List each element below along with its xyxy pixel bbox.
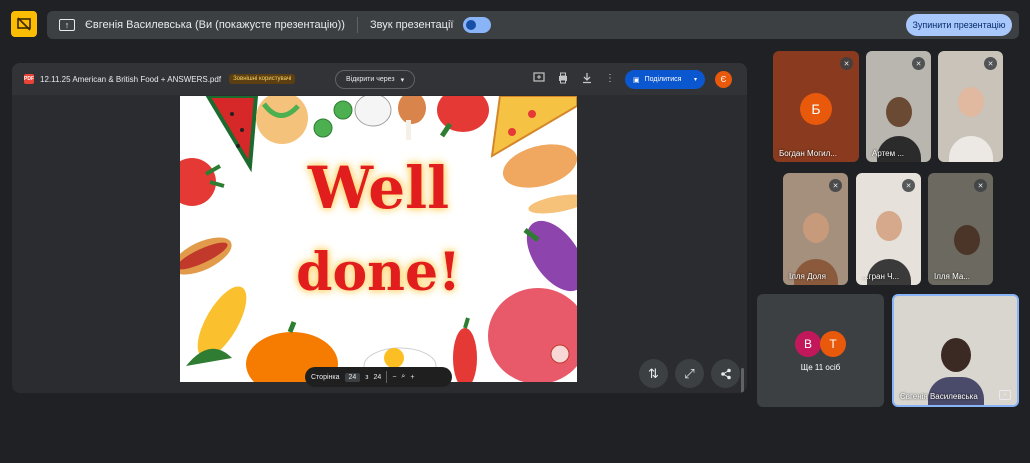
slide-title-line2: done! [296,242,461,303]
open-with-button[interactable]: Відкрити через ▾ [335,70,416,89]
add-comment-icon[interactable] [532,72,546,86]
mic-off-icon: ✕ [974,179,987,192]
fullscreen-icon[interactable]: ⤢ [675,359,704,388]
more-participants-label: Ще 11 осіб [800,363,841,372]
presenter-text: Євгенія Василевська (Ви (покажусте презе… [85,19,345,31]
chevron-down-icon: ▾ [400,76,405,84]
pip-icon[interactable]: ▪ [999,390,1011,400]
more-options-icon[interactable]: ⋮ [603,72,617,86]
more-participants-tile[interactable]: В Т Ще 11 осіб [757,294,884,407]
slide-canvas: Well done! [180,96,577,382]
share-icon[interactable] [711,359,740,388]
page-of-label: з [365,373,369,381]
food-border-illustration [180,96,577,382]
participant-tile[interactable]: ✕ Ілля Ма... [928,173,993,285]
avatar: В [795,331,821,357]
zoom-in-icon[interactable]: + [410,374,414,381]
participant-tile[interactable]: ✕ Артем ... [866,51,931,162]
divider [356,17,358,33]
participant-tile[interactable]: ✕ Б Богдан Могил... [773,51,859,162]
print-icon[interactable] [556,72,570,86]
participant-tile[interactable]: ✕ [938,51,1003,162]
account-avatar[interactable]: Є [715,71,732,88]
participant-video [940,338,971,372]
mic-off-icon: ✕ [984,57,997,70]
presentation-sound-label: Звук презентації [369,19,454,31]
mic-off-icon: ✕ [829,179,842,192]
share-label: Поділитися [644,76,682,83]
mic-off-icon: ✕ [912,57,925,70]
presentation-panel: PDF 12.11.25 American & British Food + A… [12,63,747,393]
mic-off-icon: ✕ [840,57,853,70]
avatar: Б [800,93,832,125]
open-with-label: Відкрити через [346,76,395,83]
page-navigator: Сторінка 24 з 24 − ⌕ + [305,367,452,387]
presentation-sound-toggle[interactable] [463,17,492,33]
mic-off-icon: ✕ [902,179,915,192]
participant-video [954,225,980,255]
file-name: 12.11.25 American & British Food + ANSWE… [40,74,222,84]
participant-name: Ілля Доля [789,272,826,281]
slide-title-line1: Well [307,154,450,222]
swap-order-icon[interactable]: ⇅ [639,359,668,388]
current-page-input[interactable]: 24 [344,372,361,382]
participant-video [885,97,912,127]
present-screen-icon: ↑ [59,19,75,31]
viewer-toolbar: PDF 12.11.25 American & British Food + A… [12,63,747,95]
total-pages: 24 [373,373,382,381]
participant-name: Євгенія Василевська [900,392,978,401]
presentation-banner: ↑ Євгенія Василевська (Ви (покажусте пре… [47,11,1019,39]
download-icon[interactable] [580,72,594,86]
page-label: Сторінка [311,373,340,381]
share-button[interactable]: ▣ Поділитися ▾ [625,70,705,89]
self-view-tile[interactable]: Євгенія Василевська ▪ [892,294,1019,407]
meet-window: ↑ Євгенія Василевська (Ви (покажусте пре… [0,0,1030,463]
participant-name: Артем ... [872,149,905,158]
participant-name: ...гран Ч... [862,272,900,281]
zoom-out-icon[interactable]: − [392,374,396,381]
pdf-file-icon: PDF [24,74,34,84]
participant-video [875,211,902,241]
avatar: Т [820,331,846,357]
participant-video [802,213,829,243]
participant-name: Ілля Ма... [934,272,970,281]
scrollbar[interactable] [741,368,744,393]
participant-video [957,87,984,117]
chevron-down-icon[interactable]: ▾ [694,76,697,83]
stop-presenting-button[interactable]: Зупинити презентацію [906,14,1012,36]
external-users-badge: Зовнішні користувачі [229,74,296,84]
participant-tile[interactable]: ✕ ...гран Ч... [856,173,921,285]
present-off-icon[interactable] [11,11,37,37]
participant-tile[interactable]: ✕ Ілля Доля [783,173,848,285]
participant-name: Богдан Могил... [779,149,837,158]
zoom-magnifier-icon[interactable]: ⌕ [401,373,405,381]
divider [386,371,388,383]
lock-icon: ▣ [633,76,640,84]
participant-video [948,136,993,162]
